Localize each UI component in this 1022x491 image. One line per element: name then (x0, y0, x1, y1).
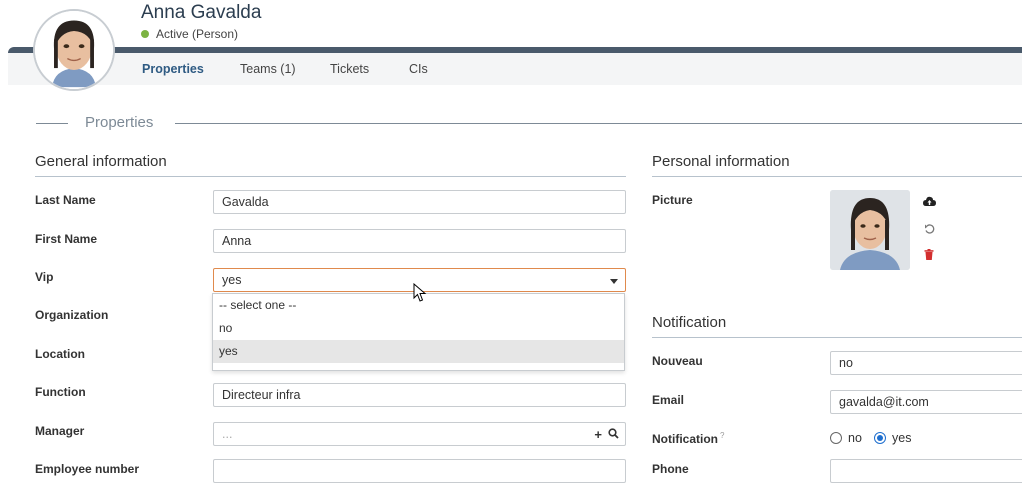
manager-label: Manager (35, 424, 85, 438)
notification-divider (652, 337, 1022, 338)
radio-no-icon (830, 432, 842, 444)
notification-label: Notification? (652, 431, 724, 446)
notification-label-text: Notification (652, 432, 718, 446)
status-dot-icon (141, 30, 149, 38)
trash-icon[interactable] (922, 247, 936, 261)
status-text: Active (Person) (156, 27, 239, 41)
notification-radio-yes[interactable]: yes (874, 431, 911, 445)
email-label: Email (652, 393, 685, 407)
first-name-field[interactable]: Anna (213, 229, 626, 253)
avatar (33, 9, 115, 91)
radio-yes-icon (874, 432, 886, 444)
upload-icon[interactable] (922, 194, 936, 208)
status-indicator: Active (Person) (141, 27, 238, 41)
function-label: Function (35, 385, 86, 399)
last-name-label: Last Name (35, 193, 96, 207)
vip-select-value: yes (222, 273, 242, 287)
plus-icon[interactable]: + (594, 427, 602, 442)
fieldset-divider-right (175, 123, 1022, 124)
tab-teams[interactable]: Teams (1) (240, 62, 296, 76)
last-name-field[interactable]: Gavalda (213, 190, 626, 214)
function-field[interactable]: Directeur infra (213, 383, 626, 407)
page-title: Anna Gavalda (141, 2, 262, 23)
undo-icon[interactable] (922, 221, 936, 235)
notification-radio-no[interactable]: no (830, 431, 862, 445)
phone-label: Phone (652, 462, 689, 476)
radio-yes-label: yes (892, 431, 912, 445)
email-field[interactable]: gavalda@it.com (830, 390, 1022, 414)
general-info-divider (35, 176, 626, 177)
fieldset-legend: Properties (85, 114, 154, 131)
dropdown-option-yes[interactable]: yes (213, 340, 624, 363)
phone-field[interactable] (830, 459, 1022, 483)
vip-label: Vip (35, 270, 54, 284)
chevron-down-icon (610, 279, 618, 284)
search-icon[interactable] (608, 427, 619, 442)
first-name-label: First Name (35, 232, 98, 246)
picture-preview (830, 190, 910, 270)
notification-title: Notification (652, 314, 727, 331)
manager-field[interactable]: ... + (213, 422, 626, 446)
nouveau-label: Nouveau (652, 354, 703, 368)
employee-number-field[interactable] (213, 459, 626, 483)
general-info-title: General information (35, 153, 167, 170)
nouveau-field[interactable]: no (830, 351, 1022, 375)
location-label: Location (35, 347, 85, 361)
tab-tickets[interactable]: Tickets (330, 62, 369, 76)
tab-properties[interactable]: Properties (142, 62, 204, 76)
fieldset-divider-left (36, 123, 68, 124)
dropdown-option-no[interactable]: no (213, 317, 624, 340)
personal-info-title: Personal information (652, 153, 790, 170)
employee-number-label: Employee number (35, 462, 140, 476)
personal-info-divider (652, 176, 1022, 177)
radio-no-label: no (848, 431, 862, 445)
organization-label: Organization (35, 308, 109, 322)
tab-cis[interactable]: CIs (409, 62, 428, 76)
manager-placeholder: ... (222, 427, 233, 441)
picture-label: Picture (652, 193, 693, 207)
mouse-cursor-icon (413, 282, 427, 306)
help-icon[interactable]: ? (720, 431, 724, 440)
